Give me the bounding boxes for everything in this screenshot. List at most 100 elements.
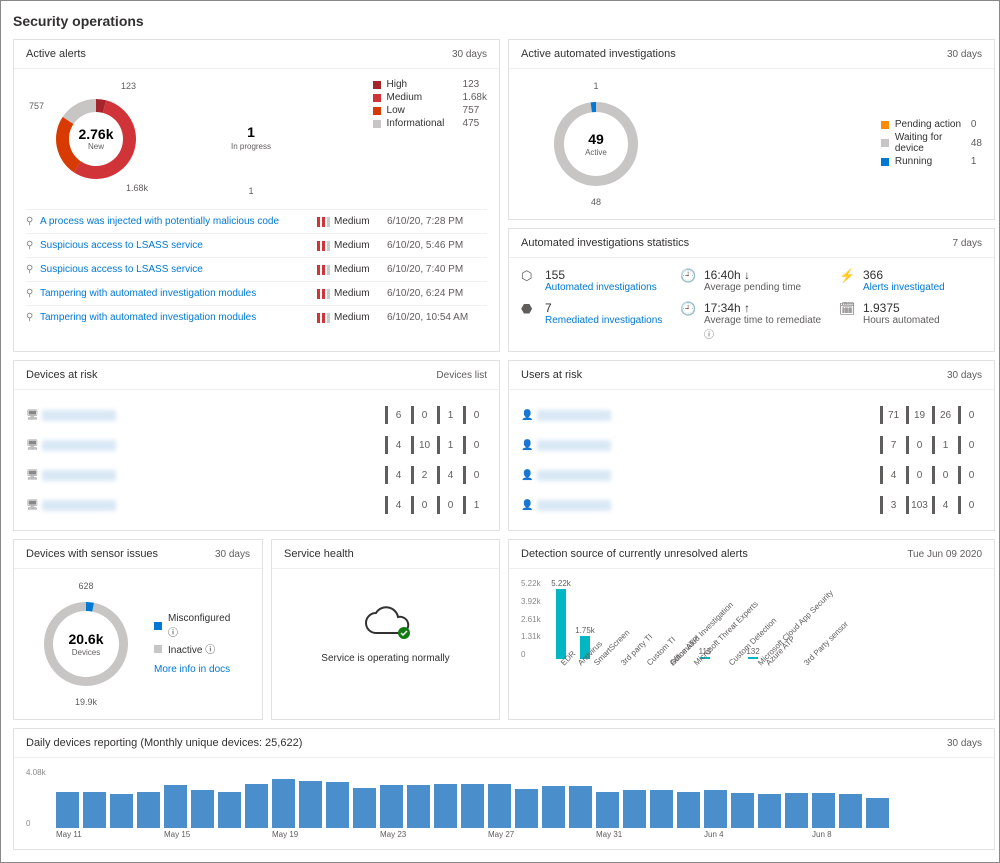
svg-text:19.9k: 19.9k [75, 697, 98, 707]
legend-item[interactable]: Waiting for device48 [881, 132, 982, 154]
legend-item[interactable]: Misconfigured ⓘ [154, 613, 238, 639]
stat-item[interactable]: ⬡ 155Automated investigations [521, 268, 664, 293]
risk-row[interactable]: 👤 redactedxxxxxxx 7119260 [521, 400, 982, 430]
alert-row[interactable]: ⚲ A process was injected with potentiall… [26, 209, 487, 233]
alert-link[interactable]: Tampering with automated investigation m… [40, 288, 317, 299]
daily-bar[interactable] [353, 788, 376, 828]
legend-item[interactable]: Informational475 [373, 118, 487, 129]
risk-name[interactable]: redactedxxxxxxx [537, 500, 880, 511]
daily-bar[interactable] [461, 784, 484, 828]
legend-item[interactable]: Running1 [881, 156, 982, 167]
alert-icon: ⚲ [26, 264, 40, 275]
alert-link[interactable]: Suspicious access to LSASS service [40, 264, 317, 275]
card-devices-at-risk: Devices at risk Devices list 🖥 redactedx… [13, 360, 500, 531]
legend-item[interactable]: Low757 [373, 105, 487, 116]
daily-bar[interactable] [812, 793, 835, 828]
donut-inprogress-alerts[interactable]: 1 In progress 1 [196, 79, 306, 199]
daily-bar[interactable] [623, 790, 646, 828]
risk-row[interactable]: 👤 redactedxxxxxxx 310340 [521, 490, 982, 520]
detection-bar[interactable]: 3rd Party sensor [815, 658, 835, 659]
daily-bar[interactable] [56, 792, 79, 828]
legend-item[interactable]: High123 [373, 79, 487, 90]
alert-link[interactable]: Tampering with automated investigation m… [40, 312, 317, 323]
risk-row[interactable]: 🖥 redactedxxxxxxx 6010 [26, 400, 487, 430]
daily-bar[interactable] [704, 790, 727, 828]
daily-bar[interactable] [245, 784, 268, 828]
risk-row[interactable]: 🖥 redactedxxxxxxx 4240 [26, 460, 487, 490]
donut-new-alerts[interactable]: 2.76k New 123 757 1.68k [26, 79, 176, 199]
devices-list-link[interactable]: Devices list [436, 370, 487, 381]
daily-bar[interactable] [83, 792, 106, 828]
daily-bar[interactable] [110, 794, 133, 828]
risk-row[interactable]: 👤 redactedxxxxxxx 7010 [521, 430, 982, 460]
daily-bar[interactable] [326, 782, 349, 828]
user-icon: 👤 [521, 410, 537, 421]
daily-bar[interactable] [272, 779, 295, 828]
detection-bar[interactable]: 1.75kAntivirus [575, 626, 595, 659]
daily-bar[interactable] [596, 792, 619, 828]
daily-bar[interactable] [839, 794, 862, 828]
legend-item[interactable]: Medium1.68k [373, 92, 487, 103]
daily-bar[interactable] [866, 798, 889, 828]
stat-item[interactable]: ⚡ 366Alerts investigated [839, 268, 982, 293]
sensor-docs-link[interactable]: More info in docs [154, 664, 238, 675]
card-period: 30 days [947, 49, 982, 60]
daily-bar[interactable] [407, 785, 430, 828]
stat-item: 🗓 1.9375Hours automated [839, 301, 982, 341]
daily-bar[interactable] [677, 792, 700, 828]
daily-bar[interactable] [569, 786, 592, 828]
daily-bar[interactable] [785, 793, 808, 828]
alert-timestamp: 6/10/20, 10:54 AM [387, 312, 487, 323]
page-title: Security operations [13, 13, 987, 29]
alert-row[interactable]: ⚲ Suspicious access to LSASS service Med… [26, 233, 487, 257]
svg-text:2.76k: 2.76k [78, 126, 113, 142]
daily-bar[interactable] [731, 793, 754, 828]
legend-item[interactable]: Inactive ⓘ [154, 641, 238, 656]
risk-row[interactable]: 🖥 redactedxxxxxxx 41010 [26, 430, 487, 460]
daily-bar[interactable] [218, 792, 241, 828]
daily-bar[interactable] [650, 790, 673, 828]
risk-name[interactable]: redactedxxxxxxx [537, 470, 880, 481]
alert-timestamp: 6/10/20, 7:28 PM [387, 216, 487, 227]
stat-item: 🕘 16:40h ↓Average pending time [680, 268, 823, 293]
daily-bar[interactable] [191, 790, 214, 828]
alert-row[interactable]: ⚲ Tampering with automated investigation… [26, 281, 487, 305]
daily-bar[interactable] [434, 784, 457, 828]
risk-name[interactable]: redactedxxxxxxx [42, 470, 385, 481]
donut-investigations[interactable]: 49 Active 1 48 [521, 79, 671, 209]
daily-bar[interactable] [380, 785, 403, 828]
detection-bar[interactable]: Custom TI [647, 658, 667, 659]
investigations-legend: Pending action0 Waiting for device48 Runni… [881, 119, 982, 169]
detection-bar[interactable]: 5.22kEDR [551, 579, 571, 659]
risk-name[interactable]: redactedxxxxxxx [537, 440, 880, 451]
detection-bar[interactable]: 3rd party TI [623, 658, 643, 659]
svg-text:1: 1 [248, 186, 253, 196]
alert-link[interactable]: Suspicious access to LSASS service [40, 240, 317, 251]
daily-bar[interactable] [758, 794, 781, 828]
daily-bar[interactable] [515, 789, 538, 828]
card-active-investigations: Active automated investigations 30 days … [508, 39, 995, 220]
risk-row[interactable]: 🖥 redactedxxxxxxx 4001 [26, 490, 487, 520]
alert-link[interactable]: A process was injected with potentially … [40, 216, 317, 227]
stat-item[interactable]: ⬣ 7Remediated investigations [521, 301, 664, 341]
alert-severity: Medium [317, 288, 387, 299]
daily-bar[interactable] [164, 785, 187, 828]
risk-name[interactable]: redactedxxxxxxx [537, 410, 880, 421]
legend-item[interactable]: Pending action0 [881, 119, 982, 130]
alert-row[interactable]: ⚲ Tampering with automated investigation… [26, 305, 487, 329]
card-detection-source: Detection source of currently unresolved… [508, 539, 995, 720]
risk-name[interactable]: redactedxxxxxxx [42, 500, 385, 511]
daily-bar[interactable] [542, 786, 565, 828]
risk-row[interactable]: 👤 redactedxxxxxxx 4000 [521, 460, 982, 490]
card-period: 30 days [947, 370, 982, 381]
daily-bar[interactable] [299, 781, 322, 828]
alert-row[interactable]: ⚲ Suspicious access to LSASS service Med… [26, 257, 487, 281]
risk-name[interactable]: redactedxxxxxxx [42, 410, 385, 421]
card-period: 7 days [953, 238, 982, 249]
daily-bar[interactable] [137, 792, 160, 828]
svg-text:In progress: In progress [231, 142, 271, 151]
detection-bar[interactable]: SmartScreen [599, 658, 619, 659]
donut-sensor[interactable]: 20.6k Devices 628 19.9k [26, 579, 146, 709]
daily-bar[interactable] [488, 784, 511, 828]
risk-name[interactable]: redactedxxxxxxx [42, 440, 385, 451]
